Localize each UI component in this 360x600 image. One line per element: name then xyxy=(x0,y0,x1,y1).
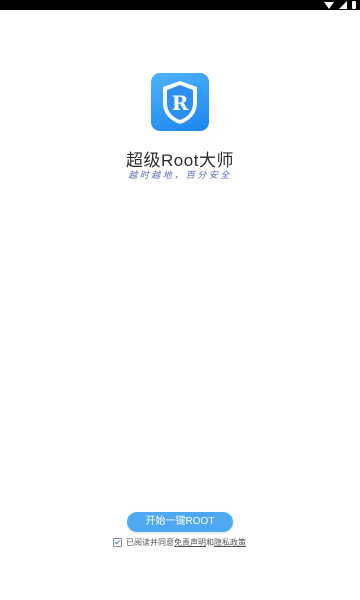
agreement-row: 已阅读并同意免责声明和隐私政策 xyxy=(113,536,246,548)
privacy-policy-link[interactable]: 隐私政策 xyxy=(214,538,246,547)
agreement-conjunction: 和 xyxy=(206,537,214,547)
signal-icon xyxy=(339,1,347,9)
status-icons xyxy=(324,0,356,10)
shield-icon: R xyxy=(163,81,197,124)
app-slogan: 越时越地，百分安全 xyxy=(128,171,232,181)
shield-r-logo-icon: R xyxy=(151,73,209,131)
logo-letter: R xyxy=(172,91,189,115)
app-logo: R xyxy=(151,73,237,149)
disclaimer-link[interactable]: 免责声明 xyxy=(174,538,206,547)
status-bar xyxy=(0,0,360,10)
agreement-text: 已阅读并同意免责声明和隐私政策 xyxy=(126,537,246,548)
wifi-icon xyxy=(324,1,334,9)
start-root-button[interactable]: 开始一键ROOT xyxy=(127,512,233,532)
agreement-prefix: 已阅读并同意 xyxy=(126,537,174,547)
battery-icon xyxy=(352,1,356,9)
check-icon xyxy=(114,538,121,544)
agree-checkbox[interactable] xyxy=(113,537,122,547)
